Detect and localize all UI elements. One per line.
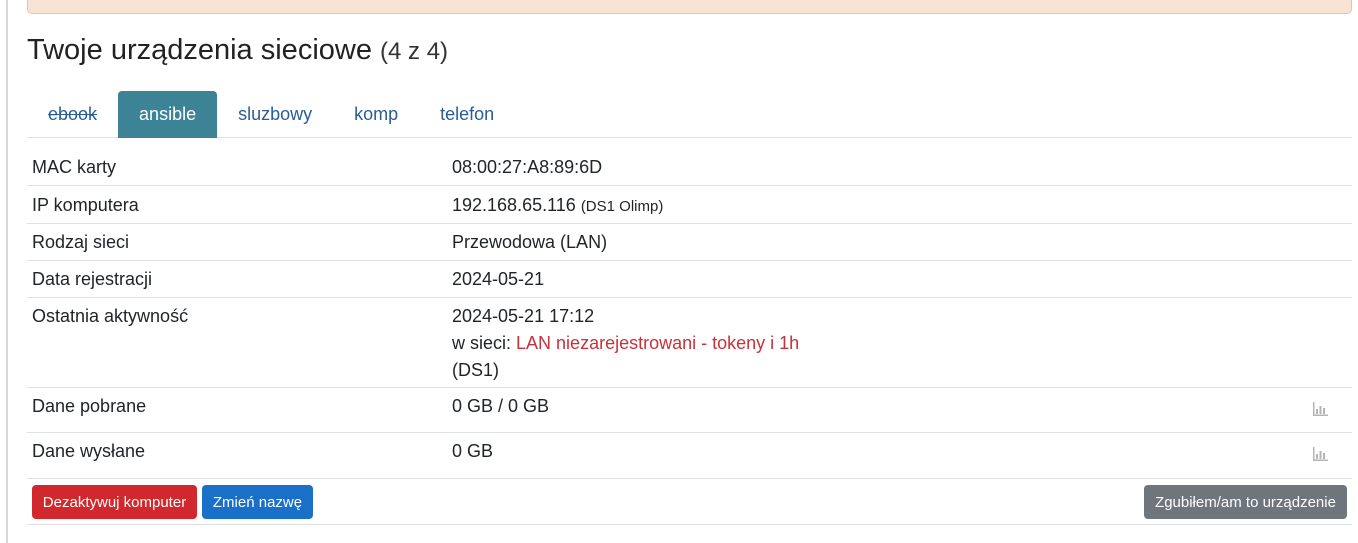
tab-label: sluzbowy	[238, 104, 313, 124]
tab-ansible[interactable]: ansible	[118, 91, 218, 138]
last-activity-datetime: 2024-05-21 17:12	[452, 306, 595, 326]
ip-label: IP komputera	[32, 195, 139, 215]
table-row-registration-date: Data rejestracji 2024-05-21	[27, 261, 1352, 298]
device-details-table: MAC karty 08:00:27:A8:89:6D IP komputera…	[27, 149, 1352, 479]
device-tabs: ebook ansible sluzbowy komp telefon	[27, 91, 1352, 138]
lost-device-button[interactable]: Zgubiłem/am to urządzenie	[1144, 485, 1347, 519]
ip-location-note: (DS1 Olimp)	[580, 198, 664, 215]
last-activity-location: (DS1)	[452, 360, 500, 380]
uploaded-value: 0 GB	[452, 441, 494, 461]
network-type-label: Rodzaj sieci	[32, 232, 130, 252]
registration-date-value: 2024-05-21	[452, 269, 545, 289]
ip-address: 192.168.65.116	[452, 195, 576, 215]
tab-label: ebook	[48, 104, 98, 124]
bar-chart-icon[interactable]	[1312, 447, 1328, 461]
last-activity-value: 2024-05-21 17:12 w sieci: LAN niezarejes…	[452, 303, 799, 384]
last-activity-network: w sieci: LAN niezarejestrowani - tokeny …	[452, 330, 799, 357]
ip-value: 192.168.65.116 (DS1 Olimp)	[452, 192, 663, 220]
downloaded-label: Dane pobrane	[32, 396, 147, 416]
uploaded-label: Dane wysłane	[32, 441, 146, 461]
alert-banner	[27, 0, 1352, 14]
table-row-last-activity: Ostatnia aktywność 2024-05-21 17:12 w si…	[27, 298, 1352, 388]
registration-date-label: Data rejestracji	[32, 269, 153, 289]
downloaded-value: 0 GB / 0 GB	[452, 396, 550, 416]
deactivate-computer-button[interactable]: Dezaktywuj komputer	[32, 485, 197, 519]
network-prefix: w sieci:	[452, 333, 512, 353]
bar-chart-icon[interactable]	[1312, 402, 1328, 416]
table-row-uploaded: Dane wysłane 0 GB	[27, 433, 1352, 479]
device-count: (4 z 4)	[380, 38, 449, 65]
tab-label: telefon	[440, 104, 495, 124]
tab-komp[interactable]: komp	[333, 91, 419, 138]
table-row-ip: IP komputera 192.168.65.116 (DS1 Olimp)	[27, 186, 1352, 224]
tab-ebook[interactable]: ebook	[27, 91, 118, 138]
tab-label: ansible	[139, 104, 197, 124]
tab-sluzbowy[interactable]: sluzbowy	[217, 91, 333, 138]
table-row-mac: MAC karty 08:00:27:A8:89:6D	[27, 149, 1352, 186]
rename-button[interactable]: Zmień nazwę	[202, 485, 313, 519]
table-row-downloaded: Dane pobrane 0 GB / 0 GB	[27, 388, 1352, 433]
tab-telefon[interactable]: telefon	[419, 91, 515, 138]
last-activity-label: Ostatnia aktywność	[32, 306, 189, 326]
network-type-value: Przewodowa (LAN)	[452, 232, 608, 252]
mac-label: MAC karty	[32, 157, 117, 177]
mac-value: 08:00:27:A8:89:6D	[452, 157, 603, 177]
page-left-border	[6, 0, 8, 543]
divider	[27, 524, 1352, 525]
page-title-text: Twoje urządzenia sieciowe	[27, 34, 372, 66]
table-row-network-type: Rodzaj sieci Przewodowa (LAN)	[27, 224, 1352, 261]
tab-label: komp	[354, 104, 399, 124]
page-title: Twoje urządzenia sieciowe (4 z 4)	[27, 34, 448, 67]
network-name: LAN niezarejestrowani - tokeny i 1h	[516, 333, 800, 353]
